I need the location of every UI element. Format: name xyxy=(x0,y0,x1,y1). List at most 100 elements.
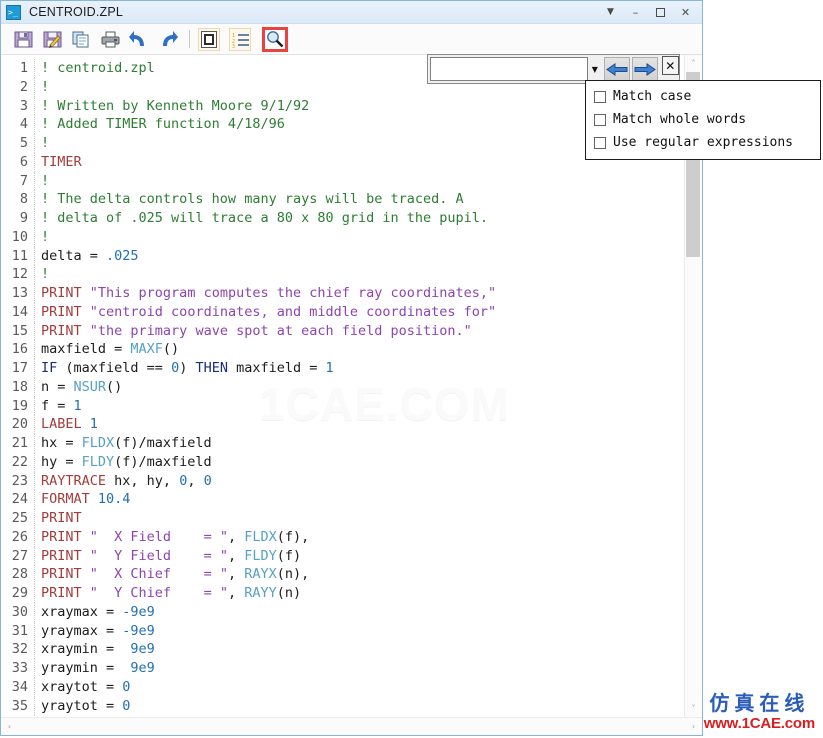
code-line: 5! xyxy=(1,134,684,153)
line-number: 11 xyxy=(1,246,35,266)
code-token: , xyxy=(227,528,245,545)
code-token: 9e9 xyxy=(130,660,155,676)
code-token: 0 xyxy=(122,697,131,714)
search-icon[interactable] xyxy=(262,26,288,52)
redo-icon[interactable] xyxy=(158,29,178,50)
maximize-button[interactable] xyxy=(648,1,673,23)
code-token: , xyxy=(227,566,245,583)
code-line: 25 PRINT xyxy=(1,509,684,528)
code-token: n = xyxy=(41,378,74,395)
line-number: 28 xyxy=(1,565,35,584)
code-token: (f)/maxfield xyxy=(114,435,212,451)
horizontal-scroll-track[interactable] xyxy=(18,718,685,735)
page-view-icon[interactable] xyxy=(198,27,220,51)
find-input[interactable] xyxy=(430,57,588,81)
undo-icon[interactable] xyxy=(129,29,149,50)
site-watermark: 仿真在线 www.1CAE.com xyxy=(704,693,815,732)
code-token: 10.4 xyxy=(97,491,131,508)
vertical-scroll-track[interactable] xyxy=(685,72,702,700)
code-token: 0 xyxy=(122,678,131,695)
window-controls: ▼ – ✕ xyxy=(598,1,702,23)
line-number: 5 xyxy=(1,134,35,153)
code-token: ! The delta controls how many rays will … xyxy=(41,191,464,208)
code-line: 36xrayave = 0 xyxy=(1,715,684,717)
line-content: ! xyxy=(35,134,49,153)
save-icon[interactable] xyxy=(13,29,33,50)
code-token: "centroid coordinates, and middle coordi… xyxy=(89,303,497,320)
close-button[interactable]: ✕ xyxy=(673,1,698,23)
horizontal-scrollbar[interactable]: ‹ › xyxy=(1,717,702,735)
option-match-whole-words[interactable]: Match whole words xyxy=(586,108,820,131)
line-number: 32 xyxy=(1,640,35,659)
find-history-dropdown-icon[interactable]: ▼ xyxy=(588,56,602,82)
line-content: yraymin = 9e9 xyxy=(35,659,155,678)
checkbox-use-regular-expressions[interactable] xyxy=(594,136,606,149)
code-token: ! xyxy=(41,228,50,245)
minimize-button[interactable]: – xyxy=(623,1,648,23)
code-token: " Y Field = " xyxy=(89,547,228,564)
find-next-button[interactable] xyxy=(631,57,658,81)
code-token: RAYY xyxy=(244,585,277,601)
code-line: 12! xyxy=(1,265,684,284)
code-token: "This program computes the chief ray coo… xyxy=(89,285,497,301)
code-token: ) xyxy=(179,360,196,376)
code-token: ! xyxy=(41,78,50,95)
line-content: hy = FLDY(f)/maxfield xyxy=(35,453,212,472)
line-content: ! centroid.zpl xyxy=(35,59,155,78)
checkbox-match-case[interactable] xyxy=(594,90,606,103)
code-line: 15 PRINT "the primary wave spot at each f… xyxy=(1,321,684,341)
window-menu-dropdown-icon[interactable]: ▼ xyxy=(598,1,623,23)
line-number: 2 xyxy=(1,77,35,97)
line-content: PRINT " X Chief = ", RAYX(n), xyxy=(35,565,309,584)
line-number: 25 xyxy=(1,509,35,528)
line-content: maxfield = MAXF() xyxy=(35,340,179,359)
code-token: xraymax = xyxy=(41,603,123,620)
code-token: (f) xyxy=(276,547,302,564)
code-token: ! xyxy=(41,172,50,189)
scroll-right-arrow-icon[interactable]: › xyxy=(685,718,702,735)
print-icon[interactable] xyxy=(100,29,120,50)
scroll-up-arrow-icon[interactable]: ˄ xyxy=(685,55,702,72)
code-line: 21 hx = FLDX(f)/maxfield xyxy=(1,434,684,453)
code-token: (f)/maxfield xyxy=(114,453,212,470)
code-token: f = xyxy=(41,397,74,414)
code-token: MAXF xyxy=(130,341,163,358)
option-use-regular-expressions[interactable]: Use regular expressions xyxy=(586,131,820,154)
code-token: PRINT xyxy=(41,547,90,564)
code-token: PRINT xyxy=(41,528,90,545)
code-token: ! Added TIMER function 4/18/96 xyxy=(41,116,285,133)
option-match-case[interactable]: Match case xyxy=(586,85,820,108)
find-previous-button[interactable] xyxy=(603,57,630,81)
code-token: TIMER xyxy=(41,153,82,170)
line-content: xraymax = -9e9 xyxy=(35,603,155,622)
scroll-down-arrow-icon[interactable]: ˅ xyxy=(685,700,702,717)
code-token: FLDX xyxy=(81,435,115,451)
code-token: xraymin = xyxy=(41,641,131,658)
line-number: 14 xyxy=(1,302,35,322)
code-editor[interactable]: 1 ! centroid.zpl 2! 3 ! Written by Kenneth M… xyxy=(1,55,684,717)
code-line: 4 ! Added TIMER function 4/18/96 xyxy=(1,115,684,134)
code-line: 7! xyxy=(1,171,684,191)
scroll-left-arrow-icon[interactable]: ‹ xyxy=(1,718,18,735)
code-token: FLDY xyxy=(81,453,115,470)
code-token: maxfield = xyxy=(236,360,326,376)
checkbox-match-whole-words[interactable] xyxy=(594,113,606,126)
line-number: 36 xyxy=(1,715,35,717)
code-token: -9e9 xyxy=(122,603,155,620)
code-line: 20 LABEL 1 xyxy=(1,415,684,434)
line-content: ! The delta controls how many rays will … xyxy=(35,190,464,209)
code-token: 0 xyxy=(203,472,212,489)
find-close-button[interactable]: ✕ xyxy=(661,56,679,75)
save-as-icon[interactable] xyxy=(42,29,62,50)
code-line: 35 yraytot = 0 xyxy=(1,696,684,716)
code-token: 0 xyxy=(171,360,180,376)
code-token: 1 xyxy=(73,397,82,414)
line-content: PRINT "the primary wave spot at each fie… xyxy=(35,322,472,341)
code-token: hx, hy, xyxy=(114,472,180,489)
line-number: 1 xyxy=(1,59,35,78)
copy-icon[interactable] xyxy=(71,29,91,50)
line-numbers-icon[interactable]: 1 2 3 xyxy=(229,27,251,51)
line-content: hx = FLDX(f)/maxfield xyxy=(35,434,212,453)
code-token: "the primary wave spot at each field pos… xyxy=(89,322,472,339)
line-content: xrayave = 0 xyxy=(35,715,130,717)
